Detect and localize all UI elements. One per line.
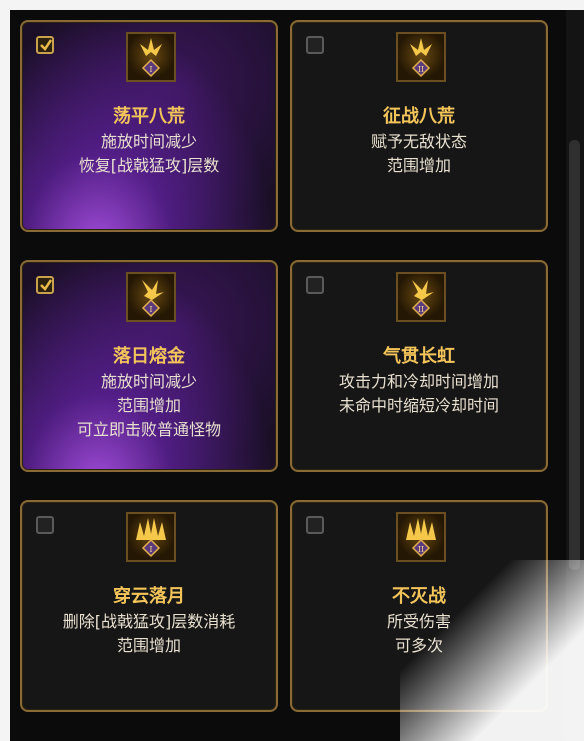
skill-card-4[interactable]: II 气贯长虹 攻击力和冷却时间增加 未命中时缩短冷却时间 [290, 260, 548, 472]
skill-checkbox-4[interactable] [306, 276, 324, 294]
skill-icon-4: II [396, 272, 446, 322]
skill-tier-6: II [418, 545, 424, 554]
skill-desc-2-line-1: 赋予无敌状态 [370, 132, 467, 151]
skill-checkbox-3[interactable] [36, 276, 54, 294]
skill-card-2[interactable]: II 征战八荒 赋予无敌状态 范围增加 [290, 20, 548, 232]
skill-name-2: 征战八荒 [383, 106, 455, 127]
skill-desc-3-line-2: 范围增加 [116, 396, 181, 415]
skill-desc-4-line-2: 未命中时缩短冷却时间 [338, 396, 499, 415]
skill-name-1: 荡平八荒 [113, 106, 185, 127]
skill-desc-5-line-1: 删除[战戟猛攻]层数消耗 [62, 612, 236, 631]
skill-icon-1: I [126, 32, 176, 82]
skill-desc-2-line-2: 范围增加 [386, 156, 451, 175]
skill-tier-1: I [149, 65, 152, 74]
skill-name-5: 穿云落月 [113, 586, 185, 607]
skill-checkbox-2[interactable] [306, 36, 324, 54]
skill-desc-3-line-1: 施放时间减少 [100, 372, 197, 391]
skill-checkbox-5[interactable] [36, 516, 54, 534]
skill-icon-2: II [396, 32, 446, 82]
skill-desc-3-line-3: 可立即击败普通怪物 [76, 420, 221, 439]
scrollbar-thumb[interactable] [569, 140, 580, 570]
checkmark-icon [40, 39, 53, 51]
skill-card-3[interactable]: I 落日熔金 施放时间减少 范围增加 可立即击败普通怪物 [20, 260, 278, 472]
skill-icon-5: I [126, 512, 176, 562]
skill-icon-6: II [396, 512, 446, 562]
skill-desc-1-line-1: 施放时间减少 [100, 132, 197, 151]
skill-tier-3: I [149, 305, 152, 314]
skill-name-3: 落日熔金 [113, 346, 185, 367]
skill-desc-5-line-2: 范围增加 [116, 636, 181, 655]
screen-glare-overlay [400, 560, 584, 741]
skill-icon-3: I [126, 272, 176, 322]
skill-tier-2: II [418, 65, 424, 74]
checkmark-icon [40, 279, 53, 291]
skill-card-5[interactable]: I 穿云落月 删除[战戟猛攻]层数消耗 范围增加 [20, 500, 278, 712]
skill-tier-5: I [149, 545, 152, 554]
skill-checkbox-6[interactable] [306, 516, 324, 534]
skill-tier-4: II [418, 305, 424, 314]
skill-desc-1-line-2: 恢复[战戟猛攻]层数 [78, 156, 220, 175]
skill-desc-4-line-1: 攻击力和冷却时间增加 [338, 372, 499, 391]
skill-name-4: 气贯长虹 [383, 346, 455, 367]
skill-checkbox-1[interactable] [36, 36, 54, 54]
skill-card-1[interactable]: I 荡平八荒 施放时间减少 恢复[战戟猛攻]层数 [20, 20, 278, 232]
